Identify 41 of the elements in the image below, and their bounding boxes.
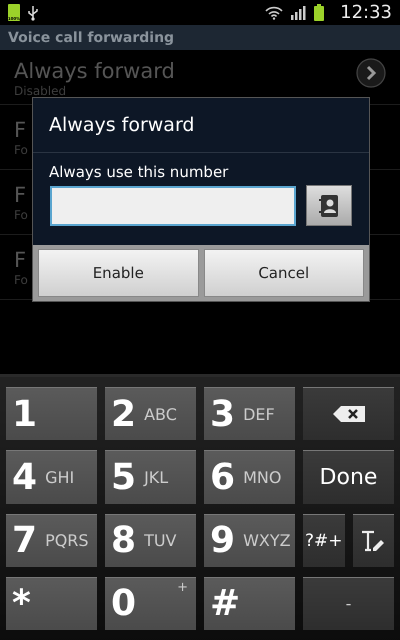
screen-title: Voice call forwarding	[8, 30, 174, 46]
usb-icon	[28, 4, 38, 20]
chevron-icon	[356, 58, 386, 88]
keypad-key[interactable]: 2 ABC	[105, 387, 196, 440]
dialog-title: Always forward	[33, 98, 369, 153]
dialog-button[interactable]: Cancel	[204, 249, 364, 297]
item-status: Disabled	[14, 84, 66, 98]
keypad-key[interactable]: 3 DEF	[204, 387, 295, 440]
keypad-key[interactable]: *	[6, 576, 97, 630]
keypad-key[interactable]: 6 MNO	[204, 450, 295, 504]
signal-icon	[291, 6, 306, 20]
keypad-key[interactable]: 8 TUV	[105, 514, 196, 567]
done-key[interactable]: Done	[303, 450, 394, 504]
backspace-key[interactable]	[303, 387, 394, 440]
item-title: F	[14, 117, 26, 143]
wifi-icon	[265, 6, 284, 20]
text-mode-key[interactable]	[352, 514, 394, 567]
backspace-icon	[332, 406, 364, 422]
keypad-key[interactable]: 4 GHI	[6, 450, 97, 504]
item-status: Fo	[14, 273, 28, 287]
battery-icon	[314, 4, 324, 21]
keypad-key[interactable]: 7 PQRS	[6, 514, 97, 567]
item-title: F	[14, 182, 26, 208]
item-status: Fo	[14, 143, 28, 157]
field-label: Always use this number	[49, 163, 230, 181]
contacts-button[interactable]	[306, 185, 352, 226]
keypad-key[interactable]: 0 +	[105, 576, 196, 630]
item-title: Always forward	[14, 58, 175, 84]
item-status: Fo	[14, 208, 28, 222]
dash-key[interactable]: -	[303, 576, 394, 630]
number-field[interactable]	[50, 186, 296, 226]
keypad-key[interactable]: 5 JKL	[105, 450, 196, 504]
keypad-key[interactable]: 9 WXYZ	[204, 514, 295, 567]
keypad-key[interactable]: #	[204, 576, 295, 630]
symbols-key[interactable]: ?#+	[303, 514, 344, 567]
contact-card-icon	[319, 194, 339, 218]
clock-time: 12:33	[340, 2, 392, 23]
dialog-button[interactable]: Enable	[38, 249, 198, 297]
text-edit-icon	[361, 530, 386, 552]
keypad-key[interactable]: 1	[6, 387, 97, 440]
item-title: F	[14, 247, 26, 273]
